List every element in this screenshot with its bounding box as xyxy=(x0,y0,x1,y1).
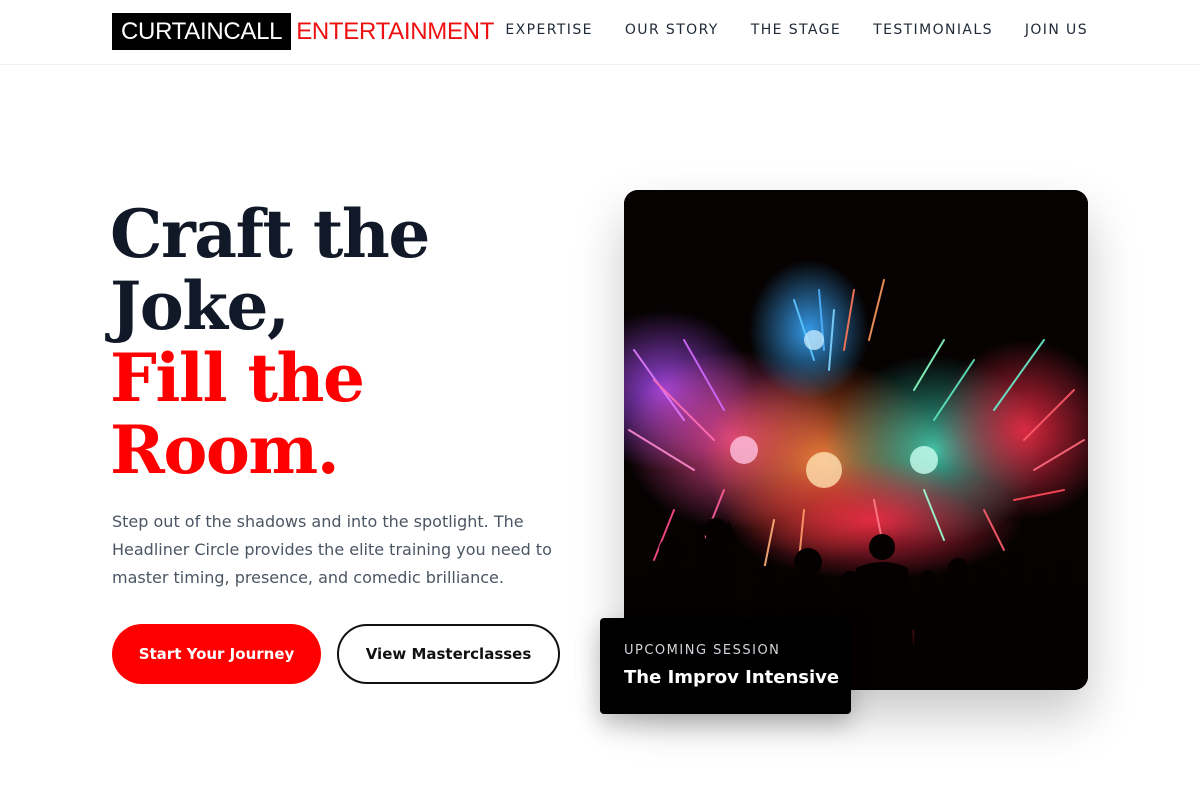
hero-title-line: Joke, xyxy=(110,267,290,345)
brand-name-primary: CURTAINCALL xyxy=(112,13,292,50)
hero-description: Step out of the shadows and into the spo… xyxy=(112,512,552,587)
start-journey-button[interactable]: Start Your Journey xyxy=(112,624,321,684)
nav-link-join-us[interactable]: JOIN US xyxy=(1025,20,1088,40)
hero-title: Craft the Joke, Fill the Room. xyxy=(110,198,570,486)
nav-link-testimonials[interactable]: TESTIMONIALS xyxy=(873,20,993,40)
hero-image xyxy=(624,190,1088,690)
site-header: CURTAINCALL ENTERTAINMENT EXPERTISE OUR … xyxy=(0,0,1200,65)
hero-title-line: Craft the xyxy=(110,195,430,273)
view-masterclasses-button[interactable]: View Masterclasses xyxy=(337,624,560,684)
brand-name-secondary: ENTERTAINMENT xyxy=(296,18,495,45)
nav-link-expertise[interactable]: EXPERTISE xyxy=(505,20,592,40)
nav-link-the-stage[interactable]: THE STAGE xyxy=(751,20,841,40)
hero-title-accent-line: Room. xyxy=(110,411,340,489)
session-title: The Improv Intensive xyxy=(624,667,840,688)
main-nav: EXPERTISE OUR STORY THE STAGE TESTIMONIA… xyxy=(505,20,1088,40)
session-kicker: UPCOMING SESSION xyxy=(624,643,781,658)
fireworks-crowd-photo-icon xyxy=(624,190,1088,690)
hero-title-accent-line: Fill the xyxy=(110,339,365,417)
nav-link-our-story[interactable]: OUR STORY xyxy=(625,20,719,40)
upcoming-session-card[interactable]: UPCOMING SESSION The Improv Intensive xyxy=(600,618,851,714)
brand-logo[interactable]: CURTAINCALL ENTERTAINMENT xyxy=(112,13,494,50)
